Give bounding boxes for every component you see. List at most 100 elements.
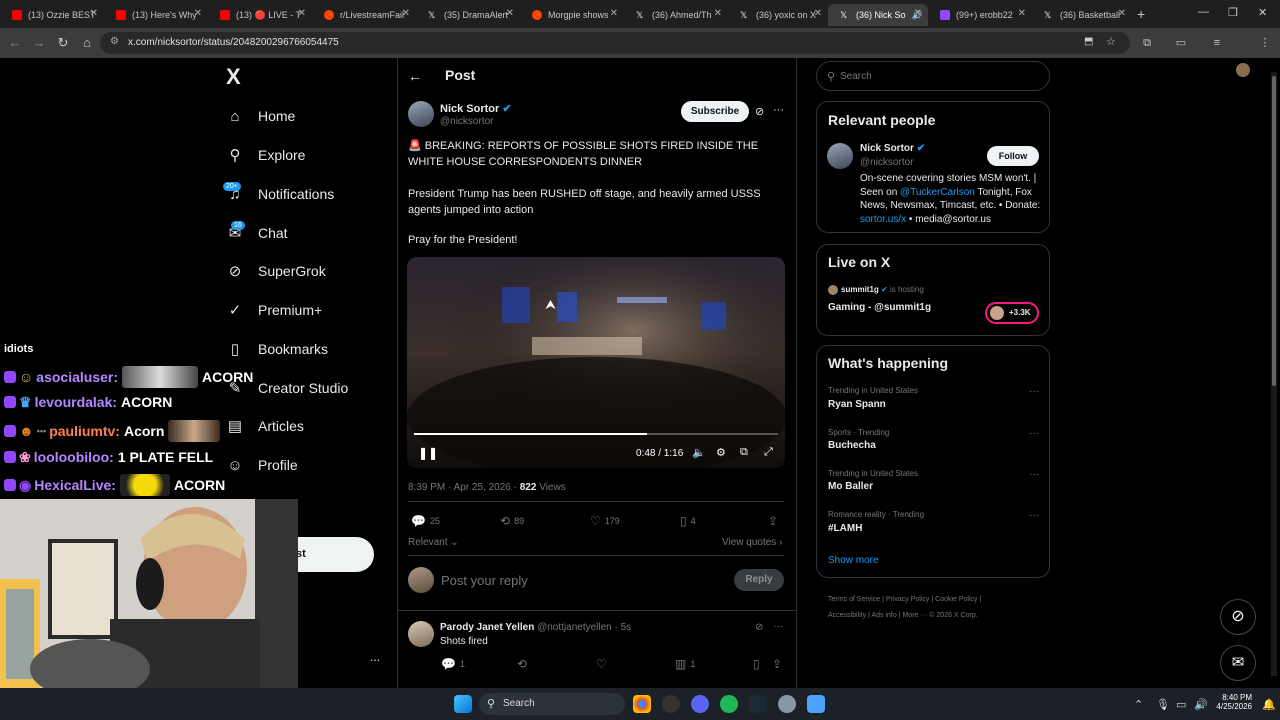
view-quotes-link[interactable]: View quotes › [722,537,782,548]
footer-link[interactable]: Cookie Policy [935,596,977,603]
app-icon[interactable] [662,695,680,713]
more-options-icon[interactable]: ··· [773,621,783,632]
browser-tab[interactable]: (99+) erobb22 ✕ [928,4,1032,26]
like-action[interactable]: ♡ [596,657,607,671]
pause-icon[interactable]: ❚❚ [418,446,438,460]
trend-more-icon[interactable]: ··· [1029,386,1039,397]
x-logo[interactable]: X [226,64,241,90]
footer-link[interactable]: Terms of Service [828,596,880,603]
grok-icon[interactable]: ⊘ [755,105,764,118]
network-icon[interactable]: ▭ [1176,698,1186,711]
reply-author[interactable]: Parody Janet Yellen @nottjanetyellen · 5… [440,622,631,633]
person-avatar[interactable] [827,143,853,169]
nav-bookmarks[interactable]: ▯ Bookmarks [226,335,328,363]
close-tab-icon[interactable]: ✕ [402,8,410,19]
video-player[interactable]: ⮝ ❚❚ 0:48 / 1:16 🔈 ⚙ ⧉ ⤢ [407,257,785,468]
repost-action[interactable]: ⟲ 89 [500,514,524,528]
notepad-icon[interactable] [807,695,825,713]
close-tab-icon[interactable]: ✕ [814,8,822,19]
browser-tab[interactable]: Morgpie shows ✕ [520,4,624,26]
author-avatar[interactable] [408,101,434,127]
browser-tab[interactable]: (13) Ozzie BEST ✕ [0,4,104,26]
footer-link[interactable]: More ··· [902,612,927,619]
person-name[interactable]: Nick Sortor ✔ [860,143,925,154]
grok-float-icon[interactable]: ⊘ [1220,599,1256,635]
person-handle[interactable]: @nicksortor [860,157,914,168]
reading-list-icon[interactable]: ≡ [1210,36,1224,50]
footer-link[interactable]: Privacy Policy [886,596,930,603]
extensions-icon[interactable]: ⧉ [1140,36,1154,50]
browser-tab[interactable]: r/LivestreamFail ✕ [312,4,416,26]
close-tab-icon[interactable]: ✕ [194,8,202,19]
grok-icon[interactable]: ⊘ [755,622,763,633]
more-options-icon[interactable]: ··· [773,104,784,116]
reply-input[interactable]: Post your reply [441,573,528,588]
author-handle[interactable]: @nicksortor [440,116,494,127]
home-browser-icon[interactable]: ⌂ [78,34,96,52]
bookmark-star-icon[interactable]: ☆ [1106,35,1116,48]
forward-icon[interactable]: → [30,34,48,52]
back-icon[interactable]: ← [6,34,24,52]
nav-explore[interactable]: ⚲ Explore [226,141,306,169]
scrollbar-thumb[interactable] [1272,76,1276,386]
microphone-icon[interactable]: 🎙 [1156,698,1170,711]
trend-item[interactable]: Ryan Spann [828,399,886,410]
live-host[interactable]: summit1g ✔ is hosting [841,285,924,294]
spotify-icon[interactable] [720,695,738,713]
trend-item[interactable]: Mo Baller [828,481,873,492]
close-window-icon[interactable]: ✕ [1258,6,1267,19]
live-stream-title[interactable]: Gaming - @summit1g [828,302,931,313]
browser-profile-avatar[interactable] [1236,63,1250,77]
chrome-icon[interactable] [633,695,651,713]
browser-tab[interactable]: 𝕏 (36) yoxic on X ✕ [728,4,828,26]
reply-button[interactable]: Reply [734,569,784,591]
notifications-bell-icon[interactable]: 🔔 [1262,698,1276,711]
footer-link[interactable]: Accessibility [828,612,866,619]
bookmark-action[interactable]: ▯ 4 [680,514,696,528]
trend-item[interactable]: Buchecha [828,440,876,451]
browser-tab[interactable]: (13) Here's Why ✕ [104,4,208,26]
chat-float-icon[interactable]: ✉ [1220,645,1256,681]
nav-supergrok[interactable]: ⊘ SuperGrok [226,257,326,285]
close-tab-icon[interactable]: ✕ [90,8,98,19]
close-tab-icon[interactable]: ✕ [610,8,618,19]
trend-more-icon[interactable]: ··· [1029,469,1039,480]
browser-menu-icon[interactable]: ⋮ [1258,36,1272,50]
bookmark-action[interactable]: ▯ [753,657,760,671]
trend-more-icon[interactable]: ··· [1029,428,1039,439]
reply-action[interactable]: 💬 25 [411,514,440,528]
trend-more-icon[interactable]: ··· [1029,510,1039,521]
search-input[interactable]: Search [840,71,872,82]
reply-sort-dropdown[interactable]: Relevant ⌄ [408,537,459,548]
browser-tab-active[interactable]: 𝕏 (36) Nick So 🔊 ✕ [828,4,928,26]
close-tab-icon[interactable]: ✕ [506,8,514,19]
show-more-link[interactable]: Show more [828,555,879,566]
nav-home[interactable]: ⌂ Home [226,102,295,130]
tray-chevron-icon[interactable]: ⌃ [1134,698,1143,711]
site-info-icon[interactable]: ⚙ [110,36,119,47]
subscribe-button[interactable]: Subscribe [681,101,749,122]
fullscreen-icon[interactable]: ⤢ [764,446,773,459]
search-box[interactable]: ⚲ Search [816,61,1050,91]
volume-icon[interactable]: 🔈 [692,446,706,459]
close-tab-icon[interactable]: ✕ [298,8,306,19]
minimize-icon[interactable]: — [1198,6,1209,18]
bio-mention-link[interactable]: @TuckerCarlson [900,187,975,198]
settings-icon[interactable] [778,695,796,713]
browser-tab[interactable]: (13) 🔴 LIVE - T ✕ [208,4,312,26]
nav-notifications[interactable]: ♫ Notifications [226,180,334,208]
close-tab-icon[interactable]: ✕ [1118,8,1126,19]
windows-start-icon[interactable] [454,695,472,713]
live-listeners-pill[interactable]: +3.3K [985,302,1039,324]
clock[interactable]: 8:40 PM 4/25/2026 [1212,693,1252,711]
author-name[interactable]: Nick Sortor ✔ [440,102,512,115]
like-action[interactable]: ♡ 179 [590,514,620,528]
pip-icon[interactable]: ⧉ [740,446,748,459]
back-arrow-icon[interactable]: ← [408,68,422,84]
follow-button[interactable]: Follow [987,146,1039,166]
browser-tab[interactable]: 𝕏 (35) DramaAlert ✕ [416,4,520,26]
account-more-icon[interactable]: ... [370,650,380,664]
close-tab-icon[interactable]: ✕ [1018,8,1026,19]
reply-author-avatar[interactable] [408,621,434,647]
nav-profile[interactable]: ☺ Profile [226,451,297,479]
